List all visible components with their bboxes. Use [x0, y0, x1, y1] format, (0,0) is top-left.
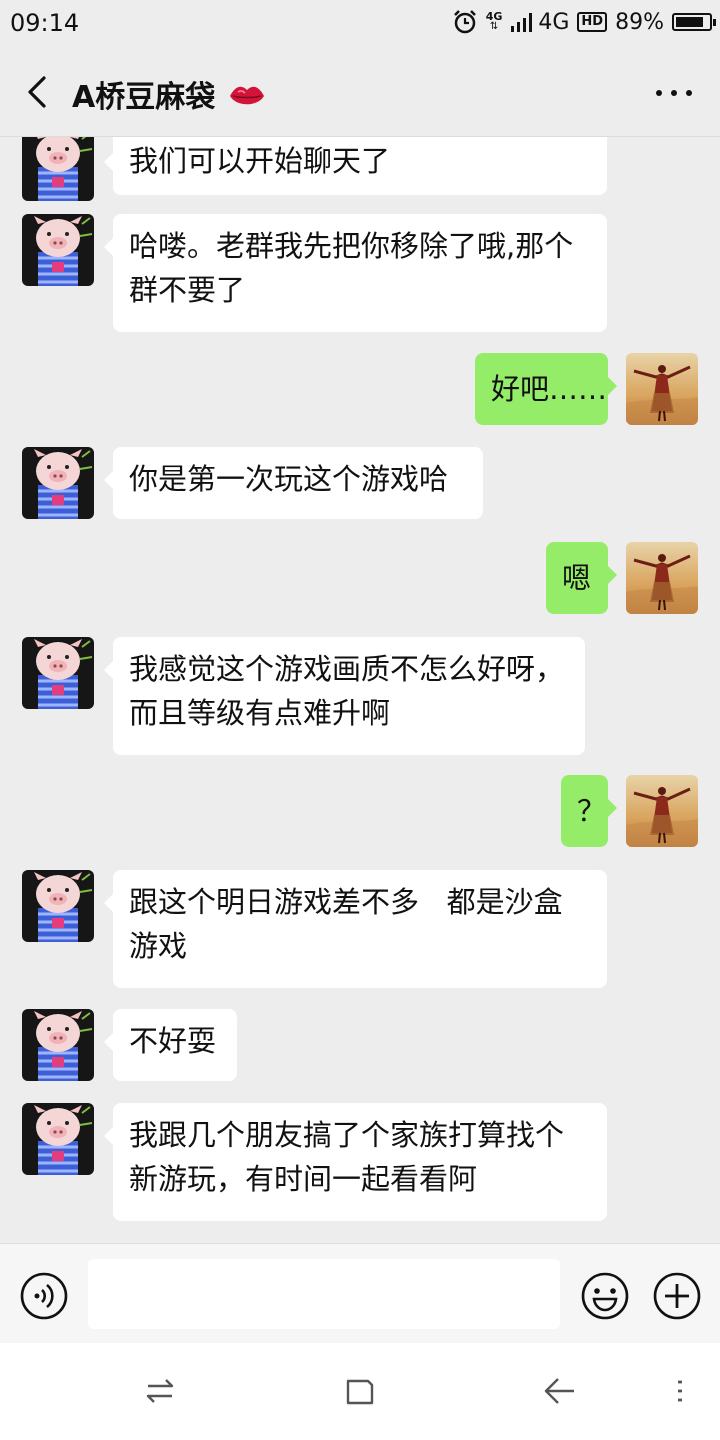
- plus-icon[interactable]: [652, 1271, 702, 1321]
- message-bubble[interactable]: 嗯: [546, 542, 617, 614]
- pig-avatar[interactable]: [22, 1103, 94, 1175]
- signal-label: 4G: [538, 9, 570, 35]
- message-text-line: ？: [577, 794, 607, 828]
- message-bubble[interactable]: 跟这个明日游戏差不多 都是沙盒 游戏: [104, 870, 607, 988]
- emoji-icon[interactable]: [580, 1271, 630, 1321]
- pig-avatar[interactable]: [22, 637, 94, 709]
- switch-icon[interactable]: [142, 1373, 178, 1409]
- data-4g-icon: 4G ⇅: [486, 11, 503, 32]
- message-bubble[interactable]: 我跟几个朋友搞了个家族打算找个 新游玩，有时间一起看看阿: [104, 1103, 607, 1221]
- pig-avatar[interactable]: [22, 870, 94, 942]
- alarm-clock-icon: [453, 10, 476, 34]
- battery-icon: [672, 13, 716, 31]
- pig-avatar[interactable]: [22, 1009, 94, 1081]
- menu-icon[interactable]: [662, 1373, 698, 1409]
- dancer-avatar[interactable]: [626, 775, 698, 847]
- chevron-left-icon[interactable]: [18, 72, 58, 112]
- pig-avatar[interactable]: [22, 137, 94, 201]
- message-text-line: 而且等级有点难升啊: [129, 696, 391, 730]
- system-nav-bar: [0, 1343, 720, 1440]
- battery-fill: [676, 17, 703, 27]
- message-text-line: 跟这个明日游戏差不多 都是沙盒: [129, 885, 563, 919]
- chat-title: A桥豆麻袋: [72, 72, 266, 116]
- message-text-line: 新游玩，有时间一起看看阿: [129, 1162, 478, 1196]
- message-text-line: 我们可以开始聊天了: [129, 144, 391, 178]
- message-text-line: 你是第一次玩这个游戏哈: [129, 462, 449, 496]
- message-input[interactable]: [88, 1259, 560, 1329]
- status-icons: 4G ⇅ 4G HD 89%: [452, 9, 716, 35]
- status-time: 09:14: [10, 9, 80, 37]
- message-text-line: 不好耍: [129, 1024, 217, 1058]
- chat-header: A桥豆麻袋: [0, 48, 720, 137]
- home-square-icon[interactable]: [342, 1373, 378, 1409]
- message-text-line: 我跟几个朋友搞了个家族打算找个: [129, 1118, 565, 1152]
- message-text-line: 嗯: [562, 561, 592, 595]
- message-bubble[interactable]: 哈喽。老群我先把你移除了哦,那个 群不要了: [104, 214, 607, 332]
- message-bubble[interactable]: 不好耍: [104, 1009, 237, 1081]
- message-bubble[interactable]: 我感觉这个游戏画质不怎么好呀， 而且等级有点难升啊: [104, 637, 585, 755]
- message-bubble[interactable]: 我们可以开始聊天了: [104, 137, 607, 195]
- chat-title-text: A桥豆麻袋: [72, 80, 216, 115]
- message-text-line: 群不要了: [129, 273, 246, 307]
- lips-icon: [229, 86, 264, 105]
- status-bar: 09:14 4G ⇅ 4G HD 89%: [0, 0, 720, 48]
- dancer-avatar[interactable]: [626, 353, 698, 425]
- message-text-line: 好吧……: [491, 372, 608, 406]
- battery-text: 89%: [615, 9, 664, 35]
- back-arrow-icon[interactable]: [542, 1373, 578, 1409]
- message-bubble[interactable]: 好吧……: [475, 353, 617, 425]
- voice-icon[interactable]: [20, 1272, 68, 1320]
- pig-avatar[interactable]: [22, 214, 94, 286]
- message-text-line: 哈喽。老群我先把你移除了哦,那个: [129, 229, 574, 263]
- hd-icon: HD: [577, 12, 608, 32]
- input-bar: [0, 1243, 720, 1344]
- more-icon[interactable]: [654, 88, 694, 98]
- pig-avatar[interactable]: [22, 447, 94, 519]
- signal-icon: [511, 13, 533, 32]
- message-bubble[interactable]: 你是第一次玩这个游戏哈: [104, 447, 483, 519]
- message-list[interactable]: 我们可以开始聊天了 哈喽。老群我先把你移除了哦,那个 群不要了 好吧…… 你是第…: [0, 137, 720, 1243]
- message-bubble[interactable]: ？: [561, 775, 617, 847]
- message-text-line: 游戏: [129, 929, 188, 963]
- data-arrows: ⇅: [489, 21, 499, 32]
- dancer-avatar[interactable]: [626, 542, 698, 614]
- message-text-line: 我感觉这个游戏画质不怎么好呀，: [129, 652, 565, 686]
